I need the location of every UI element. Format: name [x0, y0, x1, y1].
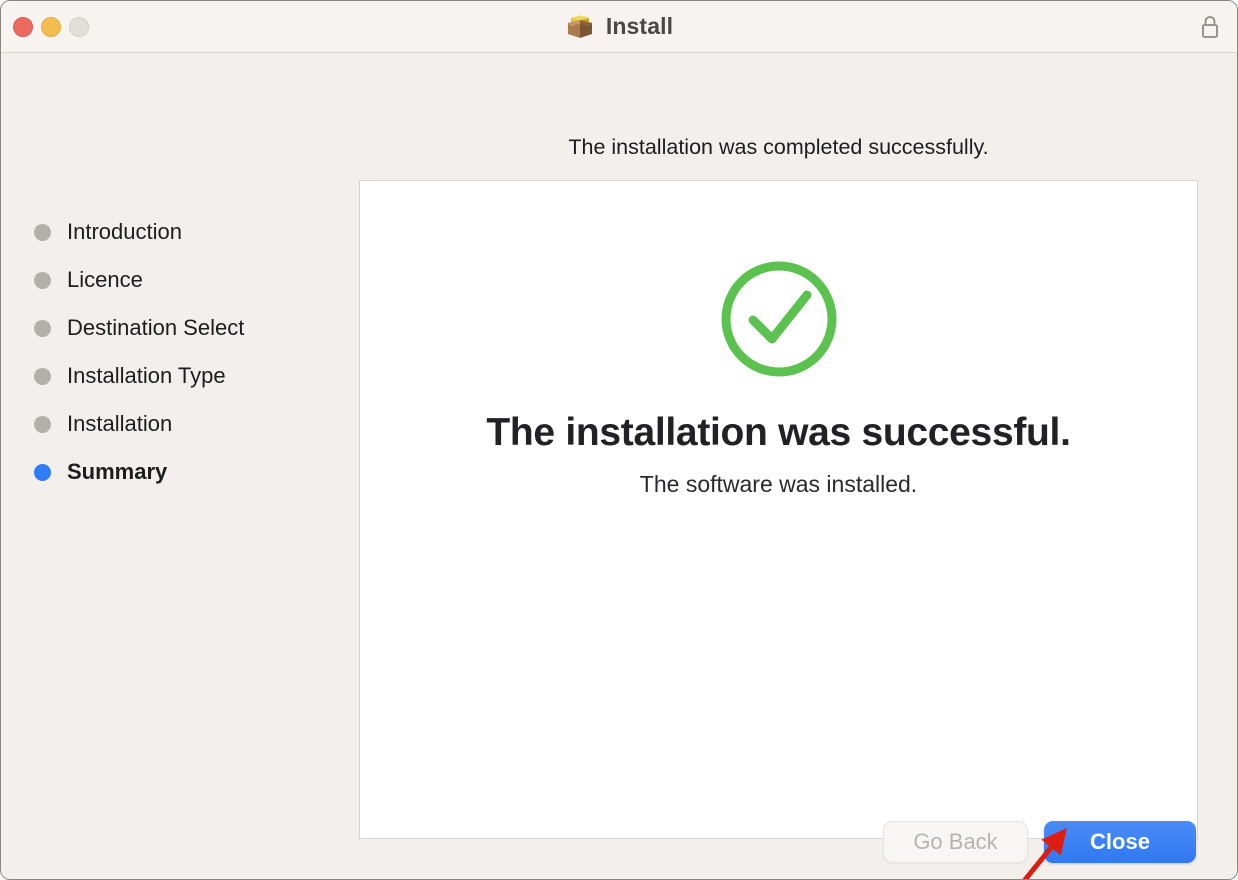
- window-title: Install: [605, 13, 674, 39]
- sidebar-item-label: Installation: [67, 411, 173, 436]
- traffic-lights: [13, 17, 89, 37]
- step-dot-icon: [34, 319, 51, 337]
- step-dot-icon: [34, 463, 51, 481]
- installer-body: Introduction Licence Destination Select …: [1, 53, 1237, 879]
- sidebar-item-introduction[interactable]: Introduction: [1, 208, 341, 256]
- package-box-icon: [567, 15, 592, 38]
- zoom-window-button: [69, 17, 89, 37]
- sidebar-item-destination-select[interactable]: Destination Select: [1, 304, 341, 352]
- steps-sidebar: Introduction Licence Destination Select …: [1, 53, 341, 496]
- sidebar-item-installation-type[interactable]: Installation Type: [1, 352, 341, 400]
- sidebar-item-summary[interactable]: Summary: [1, 448, 341, 496]
- content-panel: The installation was successful. The sof…: [359, 180, 1198, 839]
- green-check-circle-icon: [721, 261, 836, 377]
- sidebar-item-label: Summary: [67, 459, 168, 484]
- success-subtitle: The software was installed.: [639, 471, 918, 497]
- step-dot-icon: [34, 271, 51, 289]
- title-bar: Install: [1, 1, 1237, 53]
- sidebar-item-installation[interactable]: Installation: [1, 400, 341, 448]
- padlock-closed-icon: [1202, 16, 1218, 38]
- sidebar-item-label: Destination Select: [67, 315, 245, 340]
- sidebar-item-label: Licence: [67, 267, 143, 292]
- step-dot-icon: [34, 223, 51, 241]
- pane-header-text: The installation was completed successfu…: [568, 135, 989, 159]
- sidebar-item-licence[interactable]: Licence: [1, 256, 341, 304]
- installer-window: Install Introduction Licence Destination…: [0, 0, 1238, 880]
- step-dot-icon: [34, 367, 51, 385]
- window-title-group: Install: [1, 1, 1237, 52]
- success-block: The installation was successful. The sof…: [360, 257, 1197, 498]
- sidebar-item-label: Installation Type: [67, 363, 226, 388]
- minimize-window-button[interactable]: [41, 17, 61, 37]
- close-window-button[interactable]: [13, 17, 33, 37]
- go-back-button[interactable]: Go Back: [883, 821, 1028, 863]
- step-dot-icon: [34, 415, 51, 433]
- success-title: The installation was successful.: [486, 411, 1071, 454]
- footer-buttons: Go Back Close: [883, 821, 1196, 863]
- sidebar-item-label: Introduction: [67, 219, 182, 244]
- close-button[interactable]: Close: [1044, 821, 1196, 863]
